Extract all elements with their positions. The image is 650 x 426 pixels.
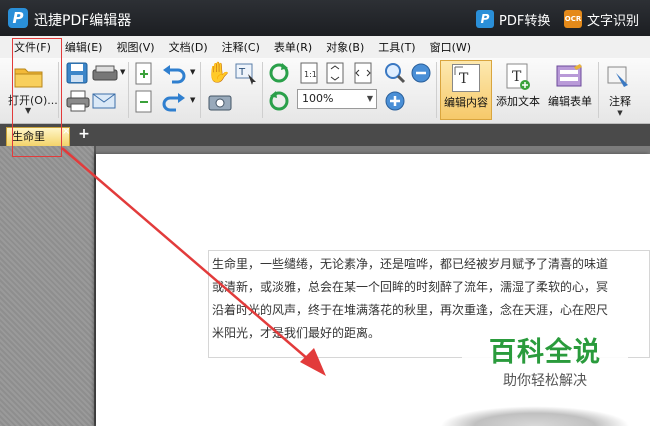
zoom-value: 100% xyxy=(302,92,334,105)
svg-text:T: T xyxy=(238,67,246,78)
add-text-icon: T xyxy=(504,63,532,91)
redo-icon[interactable] xyxy=(162,92,186,112)
zoom-dropdown-icon[interactable]: ▼ xyxy=(367,90,373,108)
watermark: 百科全说 助你轻松解决 xyxy=(462,335,628,399)
edit-form-button[interactable]: 编辑表单 xyxy=(544,60,596,120)
watermark-subtitle: 助你轻松解决 xyxy=(503,373,587,389)
ocr-label: 文字识别 xyxy=(587,13,640,29)
zoom-in-icon[interactable] xyxy=(384,90,406,112)
app-title: 迅捷PDF编辑器 xyxy=(34,13,132,29)
svg-text:T: T xyxy=(459,71,469,87)
select-text-icon[interactable]: T xyxy=(234,62,258,86)
menu-view[interactable]: 视图(V) xyxy=(109,39,161,55)
toolbar: 打开(O)... ▼ ▼ ▼ ▼ ✋ T 1:1 100% ▼ T 编辑内容 T… xyxy=(0,58,650,124)
fit-width-icon[interactable] xyxy=(352,62,374,84)
actual-size-icon[interactable]: 1:1 xyxy=(298,62,320,84)
svg-text:1:1: 1:1 xyxy=(304,70,317,79)
text-line: 沿着时光的风声，终于在堆满落花的秋里，再次重逢，念在天涯，心在咫尺 xyxy=(212,303,609,317)
pdf-convert-icon: P xyxy=(476,10,494,28)
hand-tool-icon[interactable]: ✋ xyxy=(206,61,231,83)
extract-page-icon[interactable] xyxy=(134,90,154,114)
tab-close-icon[interactable]: × xyxy=(62,126,70,137)
add-text-button[interactable]: T 添加文本 xyxy=(492,60,544,120)
insert-page-icon[interactable] xyxy=(134,62,154,86)
menu-edit[interactable]: 编辑(E) xyxy=(58,39,110,55)
svg-text:T: T xyxy=(512,69,522,85)
pdf-convert-label: PDF转换 xyxy=(499,13,551,29)
edit-content-icon: T xyxy=(452,64,480,92)
undo-icon[interactable] xyxy=(162,64,186,84)
text-line: 或清新，或淡雅，总会在某一个回眸的时刻醉了流年，濡湿了柔软的心，冥 xyxy=(212,280,609,294)
page-image xyxy=(440,406,630,426)
zoom-out-icon[interactable] xyxy=(410,62,432,84)
zoom-tool-icon[interactable] xyxy=(384,62,406,84)
add-text-label: 添加文本 xyxy=(496,95,540,108)
scan-dropdown-icon[interactable]: ▼ xyxy=(120,68,125,76)
menu-object[interactable]: 对象(B) xyxy=(319,39,371,55)
save-icon[interactable] xyxy=(66,62,88,84)
zoom-select[interactable]: 100% ▼ xyxy=(297,89,377,109)
ocr-icon: OCR xyxy=(564,10,582,28)
annotate-icon xyxy=(606,63,634,91)
menu-form[interactable]: 表单(R) xyxy=(267,39,319,55)
snapshot-icon[interactable] xyxy=(208,92,232,112)
menu-document[interactable]: 文档(D) xyxy=(162,39,215,55)
rotate-cw-icon[interactable] xyxy=(268,62,290,84)
menu-bar: 文件(F) 编辑(E) 视图(V) 文档(D) 注释(C) 表单(R) 对象(B… xyxy=(0,36,650,58)
new-tab-icon[interactable]: + xyxy=(77,127,91,141)
watermark-title: 百科全说 xyxy=(489,337,601,368)
redo-dropdown-icon[interactable]: ▼ xyxy=(190,96,195,104)
undo-dropdown-icon[interactable]: ▼ xyxy=(190,68,195,76)
rotate-ccw-icon[interactable] xyxy=(268,90,290,112)
annotate-button[interactable]: 注释 ▼ xyxy=(600,60,640,120)
menu-window[interactable]: 窗口(W) xyxy=(423,39,478,55)
ocr-button[interactable]: OCR 文字识别 xyxy=(564,9,639,29)
title-bar: P 迅捷PDF编辑器 P PDF转换 OCR 文字识别 xyxy=(0,0,650,36)
pdf-convert-button[interactable]: P PDF转换 xyxy=(476,9,550,29)
edit-form-label: 编辑表单 xyxy=(548,95,592,108)
edit-form-icon xyxy=(556,63,584,91)
navigation-pane xyxy=(0,146,96,426)
text-line: 生命里，一些缱绻，无论素净，还是喧哗，都已经被岁月赋予了清喜的味道 xyxy=(212,257,609,271)
annotate-label: 注释 xyxy=(609,95,631,108)
tab-strip: 生命里 × + xyxy=(0,124,650,146)
menu-comment[interactable]: 注释(C) xyxy=(215,39,267,55)
app-logo-icon: P xyxy=(8,8,28,28)
edit-content-button[interactable]: T 编辑内容 xyxy=(440,60,492,120)
menu-tools[interactable]: 工具(T) xyxy=(371,39,422,55)
print-icon[interactable] xyxy=(66,90,90,112)
scan-icon[interactable] xyxy=(92,64,118,82)
edit-content-label: 编辑内容 xyxy=(444,96,488,109)
fit-page-icon[interactable] xyxy=(324,62,346,84)
annotate-dropdown-icon[interactable]: ▼ xyxy=(600,109,640,117)
email-icon[interactable] xyxy=(92,92,116,110)
annotation-highlight-box xyxy=(12,38,62,157)
